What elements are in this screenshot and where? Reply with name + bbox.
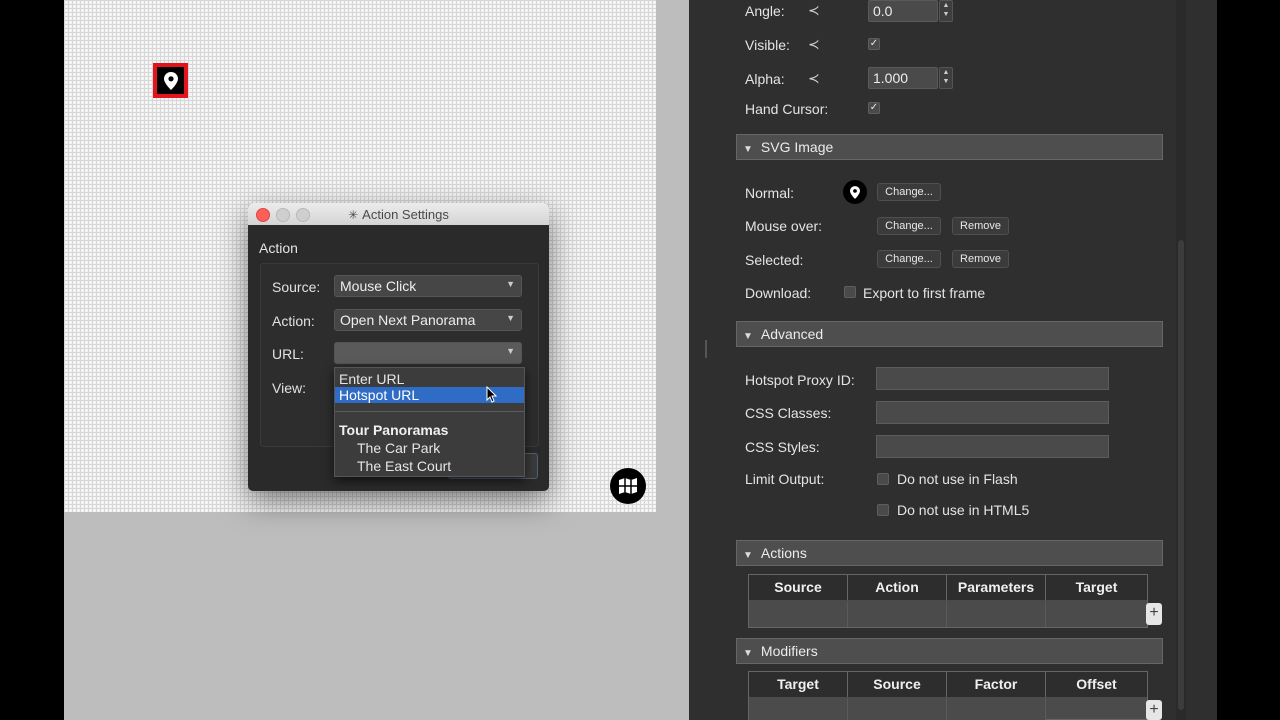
url-label: URL:	[272, 346, 304, 362]
selected-remove-button[interactable]: Remove	[952, 250, 1009, 268]
no-html5-checkbox[interactable]: ✓	[877, 504, 889, 516]
share-link-icon[interactable]: ≺	[808, 36, 820, 53]
svg-image-section-header[interactable]: ▼ SVG Image	[736, 134, 1163, 160]
popup-item-car-park[interactable]: The Car Park	[335, 440, 524, 456]
limit-output-label: Limit Output:	[745, 471, 825, 487]
angle-stepper[interactable]: ▲ ▼	[939, 0, 953, 22]
actions-table: Source Action Parameters Target	[748, 574, 1148, 628]
normal-label: Normal:	[745, 185, 795, 201]
modifiers-col-target[interactable]: Target	[749, 672, 848, 697]
share-link-icon[interactable]: ≺	[808, 70, 820, 87]
modifiers-col-factor[interactable]: Factor	[947, 672, 1046, 697]
action-value: Open Next Panorama	[340, 312, 476, 328]
modifiers-empty-cell	[947, 698, 1046, 720]
css-classes-label: CSS Classes:	[745, 405, 832, 421]
modifiers-col-offset[interactable]: Offset	[1046, 672, 1147, 697]
modifiers-section-header[interactable]: ▼ Modifiers	[736, 638, 1163, 664]
selected-hotspot[interactable]	[153, 63, 188, 98]
modifiers-table: Target Source Factor Offset	[748, 671, 1148, 720]
chevron-down-icon: ▼	[506, 313, 515, 323]
source-value: Mouse Click	[340, 278, 417, 294]
view-label: View:	[272, 380, 306, 396]
app-icon: ✳	[348, 208, 359, 222]
mouse-over-change-button[interactable]: Change...	[877, 217, 941, 235]
panel-splitter-handle[interactable]	[705, 340, 707, 358]
action-select[interactable]: Open Next Panorama ▼	[334, 309, 522, 331]
chevron-down-icon: ▼	[506, 279, 515, 289]
actions-empty-cell	[947, 601, 1046, 627]
proxy-id-input[interactable]	[876, 367, 1109, 390]
hand-cursor-checkbox[interactable]: ✓	[868, 102, 880, 114]
css-classes-input[interactable]	[876, 401, 1109, 424]
angle-label: Angle:	[745, 3, 785, 19]
popup-item-enter-url[interactable]: Enter URL	[335, 371, 524, 387]
modifiers-col-source[interactable]: Source	[848, 672, 947, 697]
scrollbar-thumb[interactable]	[1178, 240, 1184, 710]
normal-pin-icon	[843, 180, 867, 204]
alpha-label: Alpha:	[745, 71, 785, 87]
popup-separator	[335, 411, 524, 412]
actions-col-parameters[interactable]: Parameters	[947, 575, 1046, 600]
css-styles-input[interactable]	[876, 435, 1109, 458]
visible-label: Visible:	[745, 37, 790, 53]
advanced-section-title: Advanced	[760, 326, 824, 342]
dialog-titlebar[interactable]: ✳ Action Settings	[248, 203, 549, 225]
angle-field[interactable]: 0.0	[868, 0, 938, 22]
angle-value: 0.0	[873, 3, 893, 19]
visible-checkbox[interactable]: ✓	[868, 38, 880, 50]
actions-empty-cell	[749, 601, 848, 627]
css-styles-label: CSS Styles:	[745, 439, 820, 455]
action-label: Action:	[272, 313, 315, 329]
no-flash-checkbox[interactable]: ✓	[877, 473, 889, 485]
download-label: Download:	[745, 285, 812, 301]
no-html5-label: Do not use in HTML5	[897, 502, 1030, 518]
hand-cursor-label: Hand Cursor:	[745, 101, 829, 117]
actions-section-header[interactable]: ▼ Actions	[736, 540, 1163, 566]
proxy-id-label: Hotspot Proxy ID:	[745, 372, 855, 388]
source-label: Source:	[272, 279, 321, 295]
triangle-down-icon: ▼	[743, 550, 753, 561]
export-first-frame-label: Export to first frame	[863, 285, 986, 301]
mouse-over-remove-button[interactable]: Remove	[952, 217, 1009, 235]
modifiers-empty-cell	[749, 698, 848, 720]
actions-col-source[interactable]: Source	[749, 575, 848, 600]
map-hotspot-icon[interactable]	[610, 468, 646, 504]
add-action-button[interactable]: +	[1146, 603, 1162, 625]
chevron-down-icon: ▼	[506, 346, 515, 356]
modifiers-section-title: Modifiers	[760, 643, 818, 659]
export-first-frame-checkbox[interactable]: ✓	[844, 286, 856, 298]
actions-col-action[interactable]: Action	[848, 575, 947, 600]
selected-label: Selected:	[745, 252, 804, 268]
dialog-title: ✳ Action Settings	[248, 207, 549, 222]
actions-section-title: Actions	[760, 545, 807, 561]
modifiers-empty-cell	[848, 698, 947, 720]
hotspot-pin-icon	[157, 67, 184, 94]
triangle-down-icon: ▼	[743, 331, 753, 342]
normal-change-button[interactable]: Change...	[877, 183, 941, 201]
popup-group-header: Tour Panoramas	[339, 422, 449, 438]
mouse-cursor-icon	[486, 385, 498, 409]
add-modifier-button[interactable]: +	[1146, 700, 1162, 720]
dialog-title-text: Action Settings	[362, 207, 449, 222]
share-link-icon[interactable]: ≺	[808, 2, 820, 19]
alpha-stepper[interactable]: ▲ ▼	[939, 67, 953, 89]
svg-section-title: SVG Image	[760, 139, 834, 155]
url-combo[interactable]: ▼	[334, 342, 522, 364]
url-dropdown-popup: Enter URL Hotspot URL Tour Panoramas The…	[334, 367, 525, 477]
alpha-field[interactable]: 1.000	[868, 67, 938, 89]
alpha-value: 1.000	[873, 70, 909, 86]
advanced-section-header[interactable]: ▼ Advanced	[736, 321, 1163, 347]
triangle-down-icon: ▼	[743, 648, 753, 659]
action-section-label: Action	[259, 240, 298, 256]
popup-item-east-court[interactable]: The East Court	[335, 458, 524, 474]
panel-scrollbar[interactable]	[1176, 0, 1186, 720]
actions-col-target[interactable]: Target	[1046, 575, 1147, 600]
no-flash-label: Do not use in Flash	[897, 471, 1018, 487]
source-select[interactable]: Mouse Click ▼	[334, 275, 522, 297]
triangle-down-icon: ▼	[743, 144, 753, 155]
mouse-over-label: Mouse over:	[745, 218, 823, 234]
actions-empty-cell	[848, 601, 947, 627]
selected-change-button[interactable]: Change...	[877, 250, 941, 268]
